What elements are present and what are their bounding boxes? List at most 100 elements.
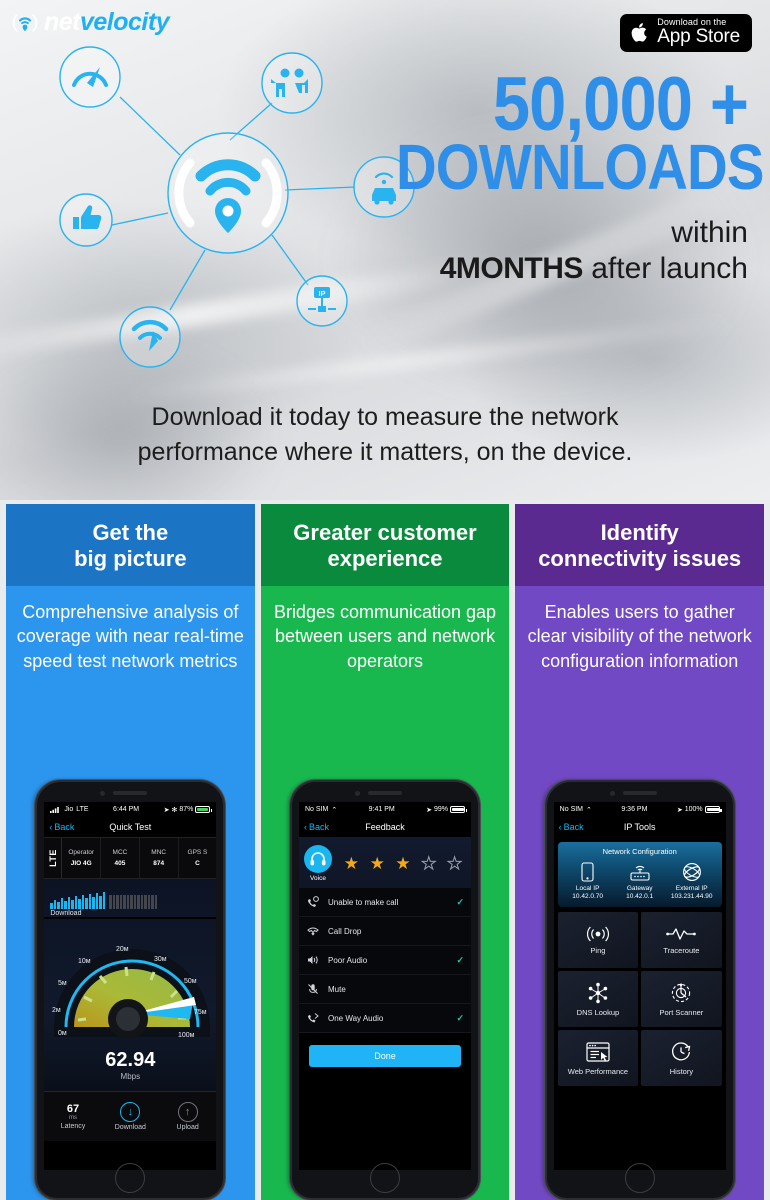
star-icon-4[interactable]: ★ xyxy=(421,855,437,873)
phone1-cell-mnc: MNC 874 xyxy=(140,838,179,878)
phone2-item-label-3: Mute xyxy=(328,984,346,994)
check-icon: ✓ xyxy=(456,896,464,907)
phone2-item-label-4: One Way Audio xyxy=(328,1013,384,1023)
phone2-rating-row: Voice ★ ★ ★ ★ ★ xyxy=(299,837,471,888)
dns-nodes-icon xyxy=(588,982,608,1003)
tool-label-dns-lookup: DNS Lookup xyxy=(576,1007,620,1017)
tagline-line2: performance where it matters, on the dev… xyxy=(137,437,633,466)
phone2-done-area: Done xyxy=(299,1033,471,1079)
list-item[interactable]: Call Drop xyxy=(299,917,471,946)
location-arrow-icon: ➤ xyxy=(676,806,683,814)
tool-tile-web-performance[interactable]: Web Performance xyxy=(557,1030,639,1086)
traceroute-pulse-icon xyxy=(666,927,697,940)
diagram-node-people xyxy=(261,52,323,114)
tool-tile-dns-lookup[interactable]: DNS Lookup xyxy=(557,971,639,1027)
wifi-status-icon: ⌃ xyxy=(586,806,592,814)
feature-column-big-picture: Get the big picture Comprehensive analys… xyxy=(6,504,255,1200)
tagline: Download it today to measure the network… xyxy=(0,400,770,469)
phone1-bar-graph xyxy=(44,879,217,909)
phone2-status-left: No SIM ⌃ xyxy=(305,806,337,814)
star-icon-3[interactable]: ★ xyxy=(395,855,410,872)
tool-tile-traceroute[interactable]: Traceroute xyxy=(641,912,722,968)
list-item[interactable]: One Way Audio ✓ xyxy=(299,1004,471,1033)
list-item[interactable]: Mute xyxy=(299,975,471,1004)
config-label-gateway: Gateway xyxy=(626,885,653,892)
phone2-home-button[interactable] xyxy=(370,1163,400,1193)
gauge-tick-10: 10ᴍ xyxy=(78,958,91,965)
phone1-download-label: Download xyxy=(114,1124,146,1131)
phone1-latency-label: Latency xyxy=(60,1123,86,1130)
phone1-speed-readout: 62.94 Mbps xyxy=(44,1049,216,1081)
tool-tile-port-scanner[interactable]: Port Scanner xyxy=(641,971,722,1027)
tool-tile-history[interactable]: History xyxy=(641,1030,722,1086)
phone1-header-gps: GPS S xyxy=(187,849,208,856)
phone1-status-right: ➤ ✻ 87% xyxy=(163,806,213,814)
ip-tools-grid: Ping Traceroute DNS Lookup Port Scanner … xyxy=(554,912,726,1090)
phone-speaker xyxy=(113,791,148,795)
phone2-issue-list: Unable to make call ✓ Call Drop Poor Aud… xyxy=(299,888,471,1033)
phone2-battery-pct: 99% xyxy=(433,806,448,813)
phone1-value-operator: JIO 4G xyxy=(70,860,92,867)
mute-mic-icon xyxy=(306,983,320,995)
phone1-stats-bar: 67 ms Latency ↓ Download ↑ Upload xyxy=(44,1091,217,1141)
battery-icon xyxy=(195,806,213,813)
poor-audio-icon xyxy=(306,954,320,966)
network-configuration-card: Network Configuration Local IP 10.42.0.7… xyxy=(557,842,722,907)
column1-phone-wrap: Jio LTE 6:44 PM ➤ ✻ 87% ‹ Back Quick Tes… xyxy=(6,685,255,1200)
download-count: 50,000 + xyxy=(492,62,749,147)
battery-icon xyxy=(704,806,722,813)
column1-title-line1: Get the xyxy=(92,520,169,545)
upload-bars-placeholder xyxy=(109,891,158,909)
column3-body: Enables users to gather clear visibility… xyxy=(527,601,752,671)
done-button[interactable]: Done xyxy=(309,1045,461,1067)
phone1-cell-gps: GPS S C xyxy=(179,838,217,878)
phone-camera xyxy=(355,791,360,796)
star-icon-5[interactable]: ★ xyxy=(446,855,462,873)
phone3-status-left: No SIM ⌃ xyxy=(560,806,592,814)
phone3-home-button[interactable] xyxy=(624,1163,655,1193)
list-item[interactable]: Unable to make call ✓ xyxy=(299,888,471,917)
app-store-badge[interactable]: Download on the App Store xyxy=(620,14,752,53)
phone2-nav-bar: ‹ Back Feedback xyxy=(299,817,471,837)
network-config-title: Network Configuration xyxy=(602,847,677,856)
app-store-big-label: App Store xyxy=(657,26,740,48)
phone-ip-tools: No SIM ⌃ 9:36 PM ➤ 100% ‹ Back IP Tools … xyxy=(544,780,735,1200)
upload-arrow-icon[interactable]: ↑ xyxy=(177,1102,198,1122)
phone3-time: 9:36 PM xyxy=(621,806,648,813)
location-arrow-icon: ➤ xyxy=(163,806,170,814)
phone1-stat-upload[interactable]: ↑ Upload xyxy=(159,1102,216,1131)
port-scanner-radar-icon xyxy=(672,983,691,1002)
phone1-cell-mcc: MCC 405 xyxy=(101,838,140,878)
phone1-stat-download[interactable]: ↓ Download xyxy=(102,1102,159,1131)
location-arrow-icon: ➤ xyxy=(426,806,432,814)
gauge-tick-30: 30ᴍ xyxy=(154,956,167,963)
network-config-row: Local IP 10.42.0.70 Gateway 10.42.0.1 Ex… xyxy=(562,861,718,900)
phone1-value-mnc: 874 xyxy=(153,860,165,867)
headset-icon xyxy=(304,845,332,873)
download-arrow-icon[interactable]: ↓ xyxy=(120,1102,141,1122)
phone1-status-left: Jio LTE xyxy=(50,806,89,813)
phone2-voice-category: Voice xyxy=(304,845,332,882)
ping-signal-icon xyxy=(586,926,609,941)
headset-glyph xyxy=(310,852,326,866)
phone1-latency-unit: ms xyxy=(68,1115,77,1121)
star-icon-2[interactable]: ★ xyxy=(370,855,385,872)
phone2-star-rating[interactable]: ★ ★ ★ ★ ★ xyxy=(336,855,466,873)
column2-body: Bridges communication gap between users … xyxy=(273,601,497,671)
cellular-bars-icon xyxy=(50,807,60,813)
config-value-gateway: 10.42.0.1 xyxy=(626,893,654,900)
phone1-title: Quick Test xyxy=(109,822,152,832)
config-label-external-ip: External IP xyxy=(675,885,708,892)
phone2-carrier: No SIM xyxy=(305,806,329,813)
feature-columns: Get the big picture Comprehensive analys… xyxy=(0,504,770,1200)
diagram-node-wifi-signal xyxy=(119,306,181,368)
phone1-home-button[interactable] xyxy=(115,1163,146,1193)
column2-title-line2: experience xyxy=(327,545,443,571)
brand-name-net: net xyxy=(44,8,81,36)
list-item[interactable]: Poor Audio ✓ xyxy=(299,946,471,975)
phone-speaker xyxy=(622,791,657,795)
column1-body: Comprehensive analysis of coverage with … xyxy=(16,601,244,671)
phone1-carrier: Jio xyxy=(64,806,74,813)
tool-tile-ping[interactable]: Ping xyxy=(557,912,639,968)
star-icon-1[interactable]: ★ xyxy=(344,855,359,872)
